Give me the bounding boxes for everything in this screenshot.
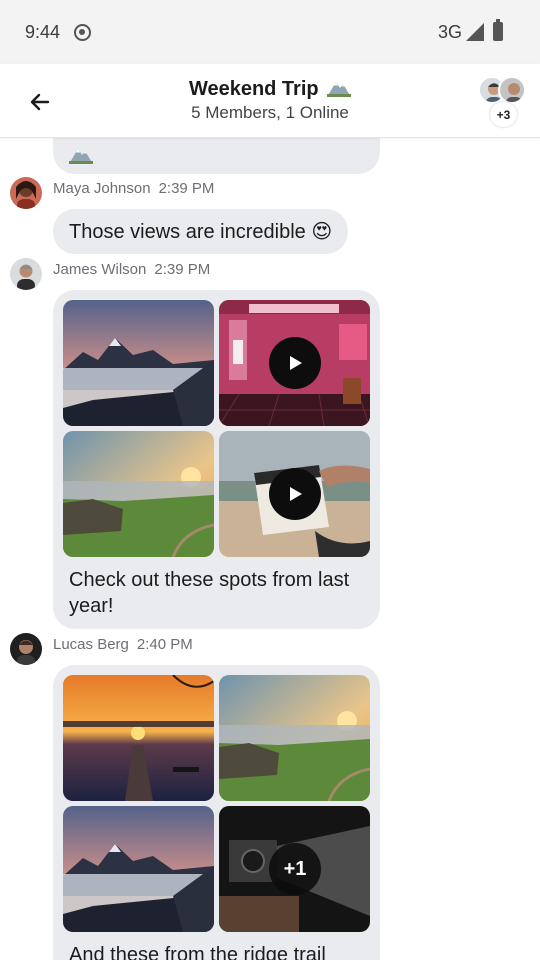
message-meta: James Wilson 2:39 PM (53, 261, 210, 278)
status-time: 9:44 (25, 22, 61, 42)
message-bubble[interactable]: Those views are incredible 😍 (53, 209, 349, 254)
message-text: And these from the ridge trail (69, 944, 326, 960)
message-time: 2:39 PM (158, 180, 215, 197)
message-meta: Lucas Berg 2:40 PM (53, 636, 193, 653)
message-text: Check out these spots from last year! (69, 569, 350, 617)
play-button[interactable] (269, 337, 321, 389)
media-thumbnail[interactable] (63, 431, 214, 557)
media-thumbnail[interactable] (63, 300, 214, 426)
sender-name: James Wilson (53, 261, 147, 278)
sender-name: Maya Johnson (53, 180, 151, 197)
signal-icon (466, 23, 484, 41)
play-icon (290, 487, 302, 501)
message-time: 2:39 PM (154, 261, 211, 278)
status-bar: 9:44 3G (0, 0, 540, 64)
play-button[interactable] (269, 468, 321, 520)
play-icon (290, 356, 302, 370)
avatar (498, 76, 526, 104)
notification-icon (74, 24, 91, 41)
media-thumbnail[interactable] (63, 675, 214, 801)
avatar[interactable] (10, 177, 42, 209)
media-grid: +1 (63, 675, 370, 932)
battery-icon (493, 19, 503, 41)
message-meta: Maya Johnson 2:39 PM (53, 180, 214, 197)
mountain-icon (69, 149, 93, 164)
mountain-icon (327, 82, 352, 97)
media-thumbnail[interactable]: +1 (219, 806, 370, 932)
media-message-bubble[interactable]: +1 And these from the ridge trail (53, 665, 380, 960)
message-bubble[interactable] (53, 138, 380, 174)
media-thumbnail[interactable] (63, 806, 214, 932)
media-thumbnail[interactable] (219, 431, 370, 557)
chat-title-area[interactable]: Weekend Trip 5 Members, 1 Online (130, 77, 410, 123)
media-grid (63, 300, 370, 557)
more-media-count[interactable]: +1 (269, 843, 321, 895)
message-text: Those views are incredible 😍 (69, 221, 333, 243)
media-thumbnail[interactable] (219, 675, 370, 801)
sender-name: Lucas Berg (53, 636, 129, 653)
message-list[interactable]: Maya Johnson 2:39 PM Those views are incr… (0, 138, 540, 960)
message-time: 2:40 PM (136, 636, 193, 653)
arrow-left-icon (30, 93, 50, 111)
network-type: 3G (438, 22, 463, 42)
chat-subtitle: 5 Members, 1 Online (191, 103, 349, 122)
avatar[interactable] (10, 633, 42, 665)
chat-title: Weekend Trip (188, 78, 319, 100)
avatar[interactable] (10, 258, 42, 290)
media-thumbnail[interactable] (219, 300, 370, 426)
chat-header: Weekend Trip 5 Members, 1 Online +3 (0, 64, 540, 138)
member-avatars[interactable]: +3 (478, 76, 530, 128)
back-button[interactable] (22, 84, 58, 120)
members-overflow-badge: +3 (490, 102, 517, 127)
media-message-bubble[interactable]: Check out these spots from last year! (53, 290, 380, 629)
